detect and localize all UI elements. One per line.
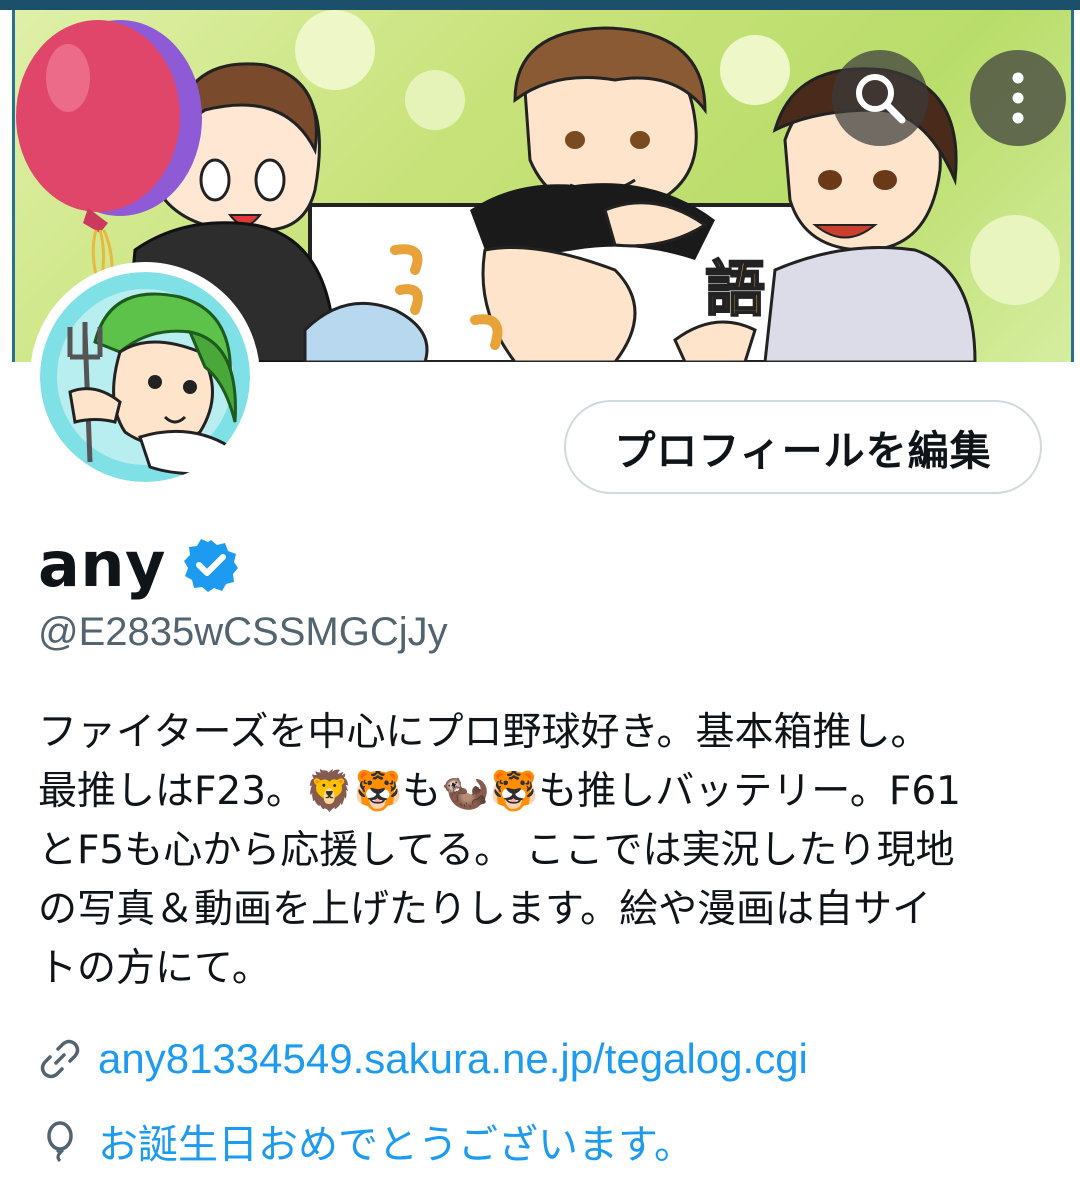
more-vertical-icon (1012, 72, 1024, 124)
display-name: any (38, 528, 166, 601)
edit-profile-button[interactable]: プロフィールを編集 (564, 400, 1042, 494)
search-icon (856, 74, 906, 124)
profile-website-row[interactable]: any81334549.sakura.ne.jp/tegalog.cgi (38, 1035, 808, 1083)
search-button[interactable] (832, 50, 928, 146)
more-options-button[interactable] (970, 50, 1066, 146)
profile-handle: @E2835wCSSMGCjJy (38, 610, 448, 654)
profile-bio: ファイターズを中心にプロ野球好き。基本箱推し。 最推しはF23。🦁🐯も🦦🐯も推し… (38, 710, 961, 991)
profile-birthday-row: お誕生日おめでとうございます。 (38, 1112, 694, 1170)
status-strip (0, 0, 1080, 10)
verified-badge-icon[interactable] (183, 538, 238, 592)
avatar-illustration (40, 272, 250, 482)
birthday-balloon-icon (16, 20, 202, 298)
svg-text:語: 語 (705, 255, 765, 325)
balloon-icon (47, 1121, 73, 1163)
profile-name-row: any (38, 528, 238, 601)
avatar[interactable] (30, 262, 260, 492)
link-icon (40, 1039, 80, 1079)
birthday-greeting[interactable]: お誕生日おめでとうございます。 (98, 1112, 694, 1170)
profile-website-link[interactable]: any81334549.sakura.ne.jp/tegalog.cgi (98, 1035, 808, 1083)
